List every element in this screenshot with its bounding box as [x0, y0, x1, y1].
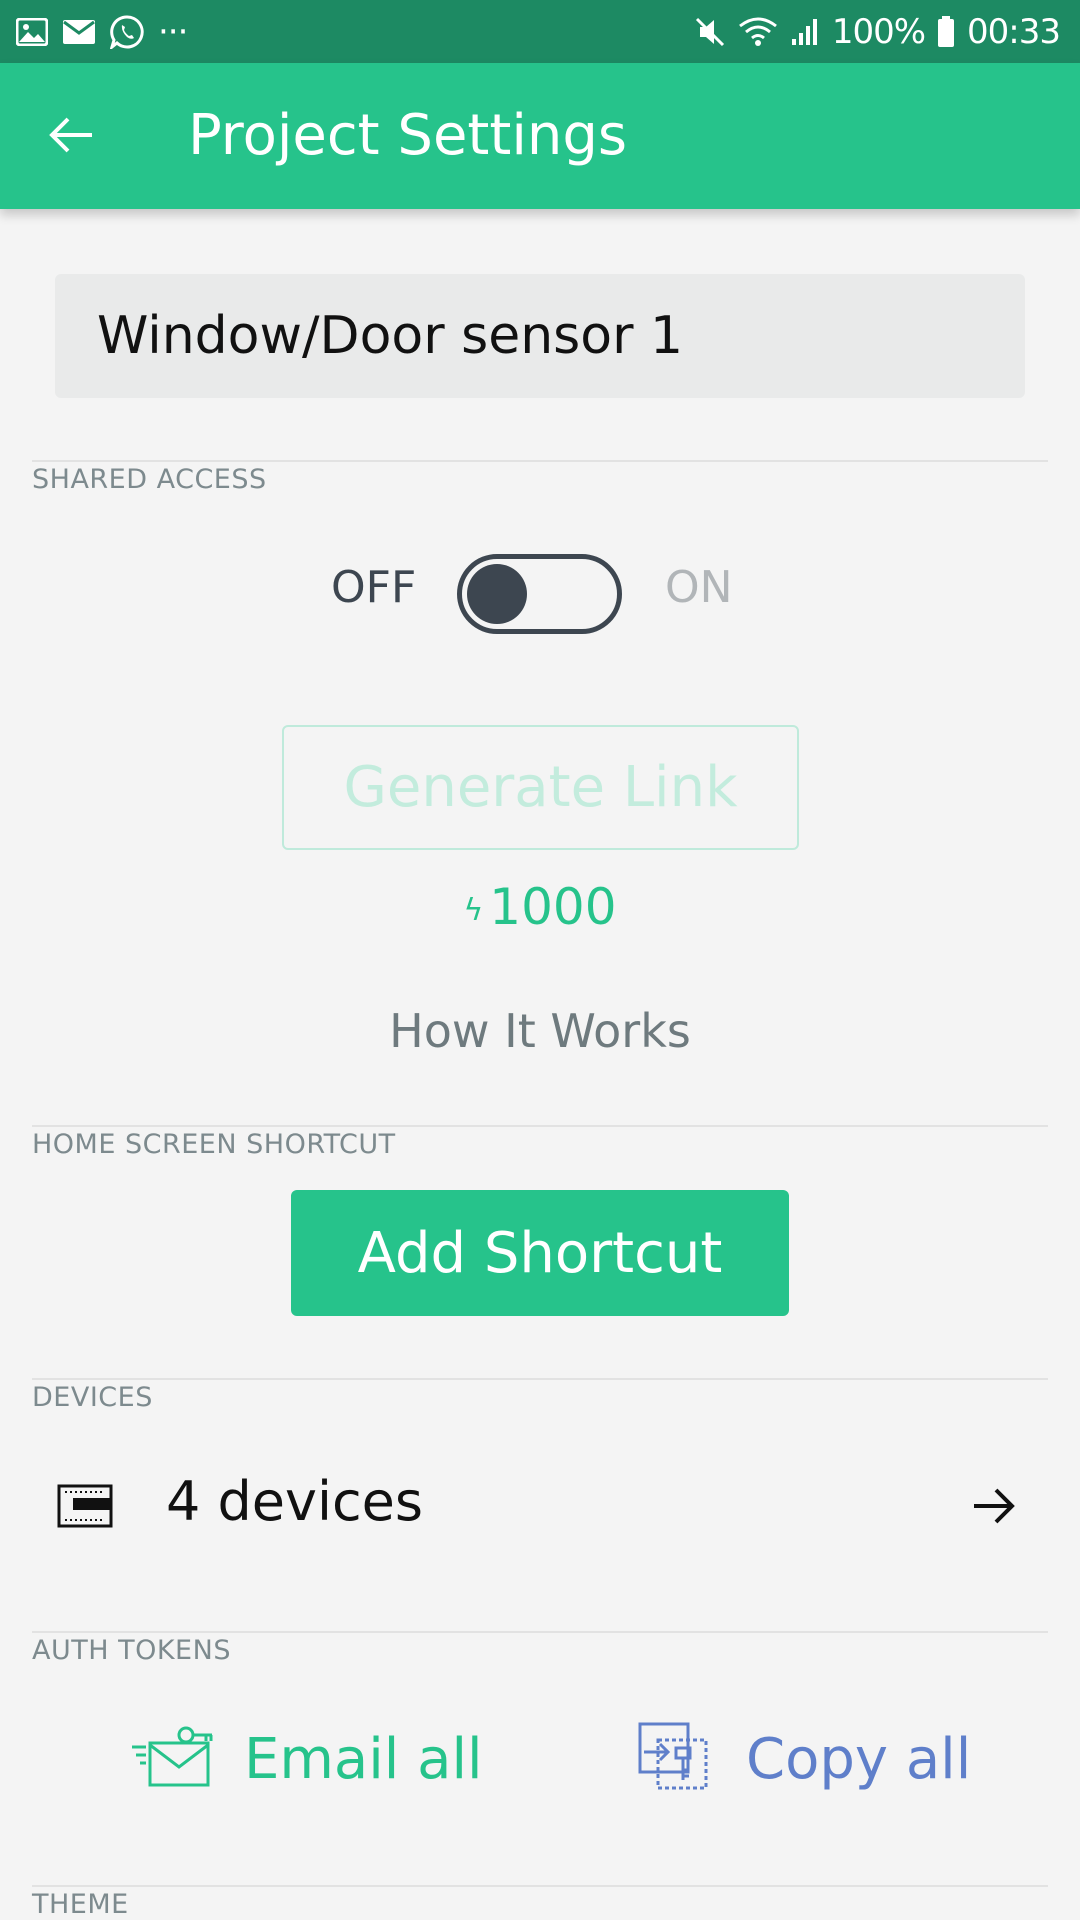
- divider: [32, 1378, 1048, 1380]
- email-all-button[interactable]: Email all: [130, 1722, 483, 1796]
- mute-icon: [694, 16, 726, 48]
- email-key-icon: [130, 1725, 216, 1793]
- section-label-auth-tokens: AUTH TOKENS: [32, 1635, 231, 1666]
- section-label-shared-access: SHARED ACCESS: [32, 464, 267, 495]
- page-title: Project Settings: [188, 103, 628, 168]
- divider: [32, 1885, 1048, 1887]
- toggle-off-label: OFF: [331, 562, 417, 613]
- arrow-right-icon: [970, 1484, 1018, 1532]
- email-all-label: Email all: [244, 1726, 483, 1792]
- devices-summary: 4 devices: [166, 1470, 424, 1533]
- mail-icon: [62, 19, 96, 45]
- how-it-works-link[interactable]: How It Works: [0, 1004, 1080, 1058]
- shared-access-toggle[interactable]: [457, 554, 622, 634]
- add-shortcut-button[interactable]: Add Shortcut: [291, 1190, 789, 1316]
- status-bar-system: 100% 00:33: [694, 0, 1061, 63]
- divider: [32, 460, 1048, 462]
- section-label-theme: THEME: [32, 1889, 129, 1920]
- whatsapp-icon: [110, 14, 144, 49]
- toggle-knob: [467, 564, 527, 624]
- copy-key-icon: [638, 1722, 710, 1796]
- section-label-devices: DEVICES: [32, 1382, 153, 1413]
- battery-percent: 100%: [831, 11, 926, 52]
- divider: [32, 1631, 1048, 1633]
- app-bar: Project Settings: [0, 63, 1080, 209]
- generate-link-button[interactable]: Generate Link: [282, 725, 799, 850]
- divider: [32, 1125, 1048, 1127]
- status-bar-notifications: ···: [16, 0, 188, 63]
- device-board-icon: [57, 1484, 115, 1532]
- back-button[interactable]: [44, 107, 100, 163]
- status-bar: ··· 100% 00:33: [0, 0, 1080, 63]
- section-label-home-screen-shortcut: HOME SCREEN SHORTCUT: [32, 1129, 396, 1160]
- devices-row[interactable]: 4 devices: [0, 1440, 1080, 1570]
- energy-bolt-icon: ϟ: [463, 893, 484, 928]
- more-notifications-icon: ···: [158, 11, 188, 52]
- project-name-field[interactable]: Window/Door sensor 1: [55, 274, 1025, 398]
- gallery-icon: [16, 17, 48, 46]
- battery-icon: [937, 15, 955, 48]
- back-arrow-icon: [49, 117, 92, 153]
- copy-all-label: Copy all: [746, 1726, 972, 1792]
- toggle-on-label: ON: [665, 562, 733, 613]
- clock: 00:33: [967, 11, 1061, 52]
- signal-icon: [790, 17, 820, 47]
- energy-cost-value: 1000: [489, 878, 617, 936]
- copy-all-button[interactable]: Copy all: [638, 1722, 971, 1796]
- wifi-icon: [738, 16, 778, 48]
- energy-cost: ϟ 1000: [0, 878, 1080, 936]
